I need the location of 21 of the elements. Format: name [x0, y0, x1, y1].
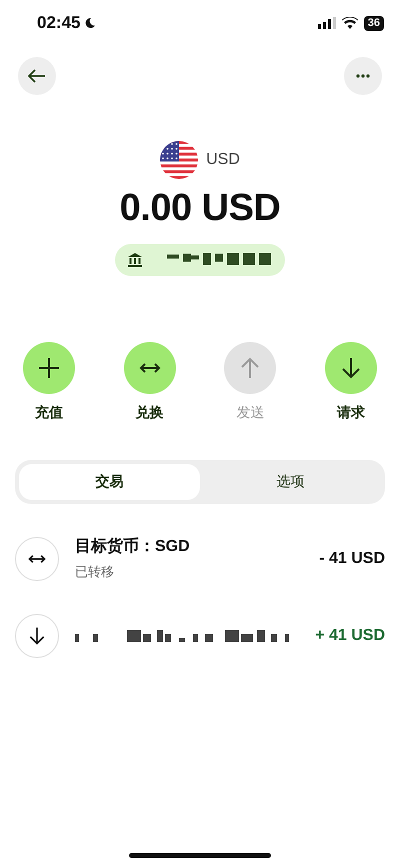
tab[interactable]: 交易 [19, 464, 200, 500]
balance-amount: 0.00 USD [120, 187, 280, 230]
transaction-amount: + 41 USD [315, 627, 385, 645]
transaction-amount: - 41 USD [319, 550, 385, 568]
back-arrow-icon [28, 69, 46, 83]
bank-icon [127, 253, 143, 267]
status-time: 02:45 [37, 13, 80, 33]
battery-indicator: 36 [364, 16, 384, 30]
moon-icon [84, 17, 96, 29]
transaction-status: 已转移 [75, 563, 115, 581]
signal-icon [318, 17, 336, 29]
back-button[interactable] [18, 57, 56, 95]
account-details-pill[interactable] [115, 244, 285, 276]
plus-icon [37, 356, 61, 380]
more-icon [356, 74, 370, 78]
tab[interactable]: 选项 [200, 464, 381, 500]
flag-icon [160, 141, 198, 179]
transaction-title: 目标货币：SGD [75, 536, 191, 557]
wifi-icon [342, 17, 358, 29]
down-arrow-icon [27, 626, 47, 646]
currency-code: USD [206, 151, 240, 169]
